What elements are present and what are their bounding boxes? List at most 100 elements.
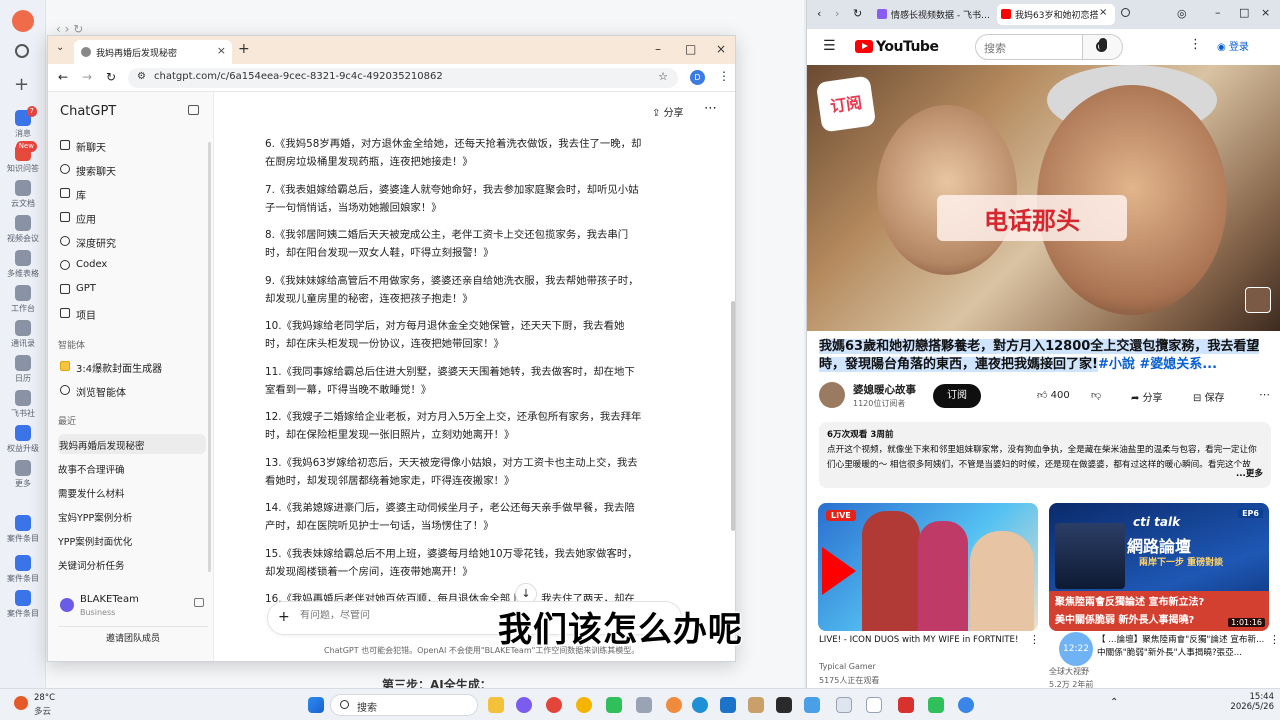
globe-icon[interactable]: ◎	[1177, 7, 1187, 20]
rec-thumbnail[interactable]: LIVE	[818, 503, 1038, 631]
search-icon[interactable]	[15, 44, 29, 58]
terminal-icon[interactable]	[776, 697, 792, 713]
app-icon[interactable]	[866, 697, 882, 713]
wechat-icon[interactable]	[606, 697, 622, 713]
new-tab-icon[interactable]: +	[238, 41, 250, 57]
mic-icon[interactable]	[1099, 38, 1107, 51]
maximize-icon[interactable]: □	[1239, 6, 1249, 19]
reload-icon[interactable]: ↻	[106, 70, 116, 84]
app-icon[interactable]	[748, 697, 764, 713]
app-icon[interactable]	[836, 697, 852, 713]
taskbar-search[interactable]: 搜索	[330, 694, 478, 716]
rail-item-more[interactable]: 更多	[7, 460, 39, 489]
save-button[interactable]: ⊟ 保存	[1193, 389, 1225, 404]
sidebar-projects[interactable]: 项目	[58, 303, 206, 323]
share-button[interactable]: ➦ 分享	[1131, 389, 1163, 404]
sidebar-search-chats[interactable]: 搜索聊天	[58, 159, 206, 179]
maximize-icon[interactable]: □	[685, 42, 696, 56]
more-options-icon[interactable]: ⋯	[704, 101, 717, 116]
forward-icon[interactable]: ›	[835, 7, 839, 20]
account-block[interactable]: BLAKETeam Business	[58, 592, 208, 620]
rail-item-upgrade[interactable]: 权益升级	[7, 425, 39, 454]
rail-pinned-3[interactable]: 案件条目	[7, 590, 39, 619]
sidebar-deep-research[interactable]: 深度研究	[58, 231, 206, 251]
sidebar-toggle-icon[interactable]	[188, 105, 199, 115]
browser-menu-icon[interactable]: ⋮	[718, 69, 730, 83]
rail-item-meeting[interactable]: 视频会议	[7, 215, 39, 244]
minimize-icon[interactable]: –	[655, 42, 661, 56]
more-options-icon[interactable]: ⋮	[1189, 37, 1202, 52]
recent-chat[interactable]: YPP案例封面优化	[58, 530, 206, 550]
rail-item-workplace[interactable]: 工作台	[7, 285, 39, 314]
file-explorer-icon[interactable]	[488, 697, 504, 713]
sidebar-apps[interactable]: 应用	[58, 207, 206, 227]
recent-chat[interactable]: 关键词分析任务	[58, 554, 206, 574]
dislike-icon[interactable]: 👎︎	[1091, 389, 1101, 401]
tray-expand-icon[interactable]: ⌃	[1110, 697, 1118, 708]
vscode-icon[interactable]	[720, 697, 736, 713]
back-icon[interactable]: ←	[58, 70, 68, 84]
chrome-icon[interactable]	[958, 697, 974, 713]
rail-pinned-1[interactable]: 案件条目	[7, 515, 39, 544]
channel-avatar[interactable]	[819, 382, 845, 408]
video-player[interactable]: 订阅 电话那头	[807, 65, 1280, 331]
chrome-profile-icon[interactable]	[576, 697, 592, 713]
rec-menu-icon[interactable]: ⋮	[1029, 633, 1040, 646]
bookmark-star-icon[interactable]: ☆	[658, 70, 668, 83]
like-button[interactable]: 👍︎ 400	[1037, 389, 1070, 401]
browser-tab[interactable]: 我妈再婚后发现秘密 ×	[74, 40, 232, 64]
site-info-icon[interactable]: ⚙	[137, 71, 146, 82]
url-field[interactable]: ⚙ chatgpt.com/c/6a154eea-9cec-8321-9c4c-…	[128, 68, 678, 88]
back-icon[interactable]: ‹	[817, 7, 821, 20]
floating-clock[interactable]: 12:22	[1059, 632, 1093, 666]
user-avatar[interactable]	[12, 10, 34, 32]
wps-icon[interactable]	[898, 697, 914, 713]
agent-cover-generator[interactable]: 3:4爆款封面生成器	[58, 356, 206, 376]
channel-name[interactable]: 婆媳暖心故事	[853, 382, 916, 397]
rail-item-calendar[interactable]: 日历	[7, 355, 39, 384]
attach-icon[interactable]: +	[278, 609, 290, 625]
minimize-icon[interactable]: –	[1215, 6, 1221, 19]
menu-icon[interactable]: ☰	[823, 38, 836, 54]
app-icon[interactable]	[666, 697, 682, 713]
workspace-switch-icon[interactable]	[194, 598, 204, 607]
sidebar-codex[interactable]: Codex	[58, 255, 206, 275]
share-button[interactable]: ⇪ 分享	[652, 104, 684, 119]
app-icon[interactable]	[804, 697, 820, 713]
profile-avatar[interactable]: D	[690, 70, 705, 85]
weather-widget[interactable]: 28°C 多云	[12, 692, 72, 718]
tab-list-icon[interactable]: ⌄	[56, 42, 64, 53]
edge-icon[interactable]	[692, 697, 708, 713]
recent-chat[interactable]: 宝妈YPP案例分析	[58, 506, 206, 526]
more-actions-icon[interactable]: ⋯	[1259, 388, 1270, 401]
login-button[interactable]: ◉ 登录	[1217, 38, 1249, 53]
sidebar-library[interactable]: 库	[58, 183, 206, 203]
rail-item-messages[interactable]: 消息 7	[7, 106, 39, 139]
chat-scrollbar[interactable]	[731, 301, 735, 531]
rec-channel[interactable]: Typical Gamer	[819, 662, 876, 671]
agent-browser[interactable]: 浏览智能体	[58, 380, 206, 400]
copilot-icon[interactable]	[516, 697, 532, 713]
yt-search-input[interactable]: 搜索	[975, 34, 1083, 60]
recent-chat[interactable]: 我妈再婚后发现秘密	[58, 434, 206, 454]
app-icon[interactable]	[928, 697, 944, 713]
close-window-icon[interactable]: ×	[1261, 6, 1270, 19]
video-tags[interactable]: #小說 #婆媳关系...	[1098, 357, 1217, 372]
rail-item-docs[interactable]: 云文档	[7, 180, 39, 209]
close-tab-icon[interactable]: ×	[217, 44, 226, 57]
start-icon[interactable]	[308, 697, 324, 713]
rail-item-base[interactable]: 多维表格	[7, 250, 39, 279]
youtube-logo[interactable]: YouTube	[855, 39, 939, 55]
rail-pinned-2[interactable]: 案件条目	[7, 555, 39, 584]
video-description[interactable]: 6万次观看 3周前 点开这个视频，就像坐下来和邻里姐妹聊家常，没有狗血争执，全是…	[819, 422, 1271, 488]
recent-chat[interactable]: 需要发什么材料	[58, 482, 206, 502]
rec-title[interactable]: LIVE! - ICON DUOS with MY WIFE in FORTNI…	[819, 634, 1024, 647]
forward-icon[interactable]: →	[82, 70, 92, 84]
chrome-icon[interactable]	[546, 697, 562, 713]
sidebar-new-chat[interactable]: 新聊天	[58, 135, 206, 155]
rec-channel[interactable]: 全球大视野	[1049, 666, 1089, 677]
recent-chat[interactable]: 故事不合理评确	[58, 458, 206, 478]
sidebar-scrollbar[interactable]	[208, 142, 211, 572]
clock[interactable]: 15:44 2026/5/26	[1214, 692, 1274, 712]
rec-title[interactable]: 【 ...論壇】聚焦陸兩會"反獨"論述 宣布新... 中關係"脆弱"新外長"人事…	[1097, 634, 1267, 660]
